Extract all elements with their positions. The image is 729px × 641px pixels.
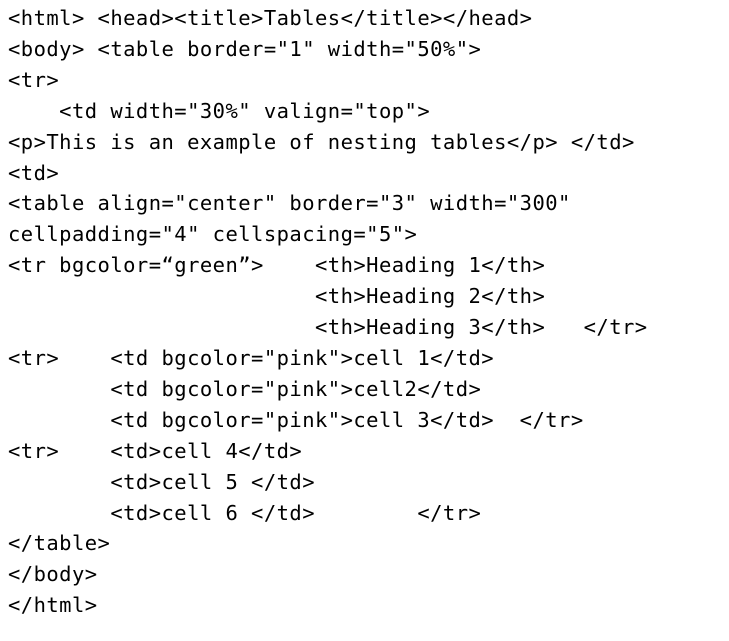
code-line: <th>Heading 2</th> [8,284,546,309]
code-line: <table align="center" border="3" width="… [8,191,571,216]
code-line: <td bgcolor="pink">cell 3</td> </tr> [8,407,584,432]
code-line: <td>cell 5 </td> [8,469,316,494]
code-line: <td bgcolor="pink">cell2</td> [8,376,482,401]
code-line: <tr> <td bgcolor="pink">cell 1</td> [8,345,495,370]
code-line: <td>cell 6 </td> </tr> [8,500,482,525]
code-line: <tr> <td>cell 4</td> [8,438,303,463]
code-line: <p>This is an example of nesting tables<… [8,129,635,154]
code-line: </body> [8,562,98,587]
code-line: </html> [8,593,98,618]
code-line: <td width="30%" valign="top"> [8,98,431,123]
code-line: <td> [8,160,60,185]
code-line: <th>Heading 3</th> </tr> [8,315,648,340]
code-line: cellpadding="4" cellspacing="5"> [8,222,418,247]
code-listing: <html> <head><title>Tables</title></head… [8,3,648,621]
code-line: <tr bgcolor=“green”> <th>Heading 1</th> [8,253,546,278]
code-line: <tr> [8,67,60,92]
code-line: <html> <head><title>Tables</title></head… [8,6,533,30]
code-line: </table> [8,531,111,556]
code-line: <body> <table border="1" width="50%"> [8,36,482,61]
